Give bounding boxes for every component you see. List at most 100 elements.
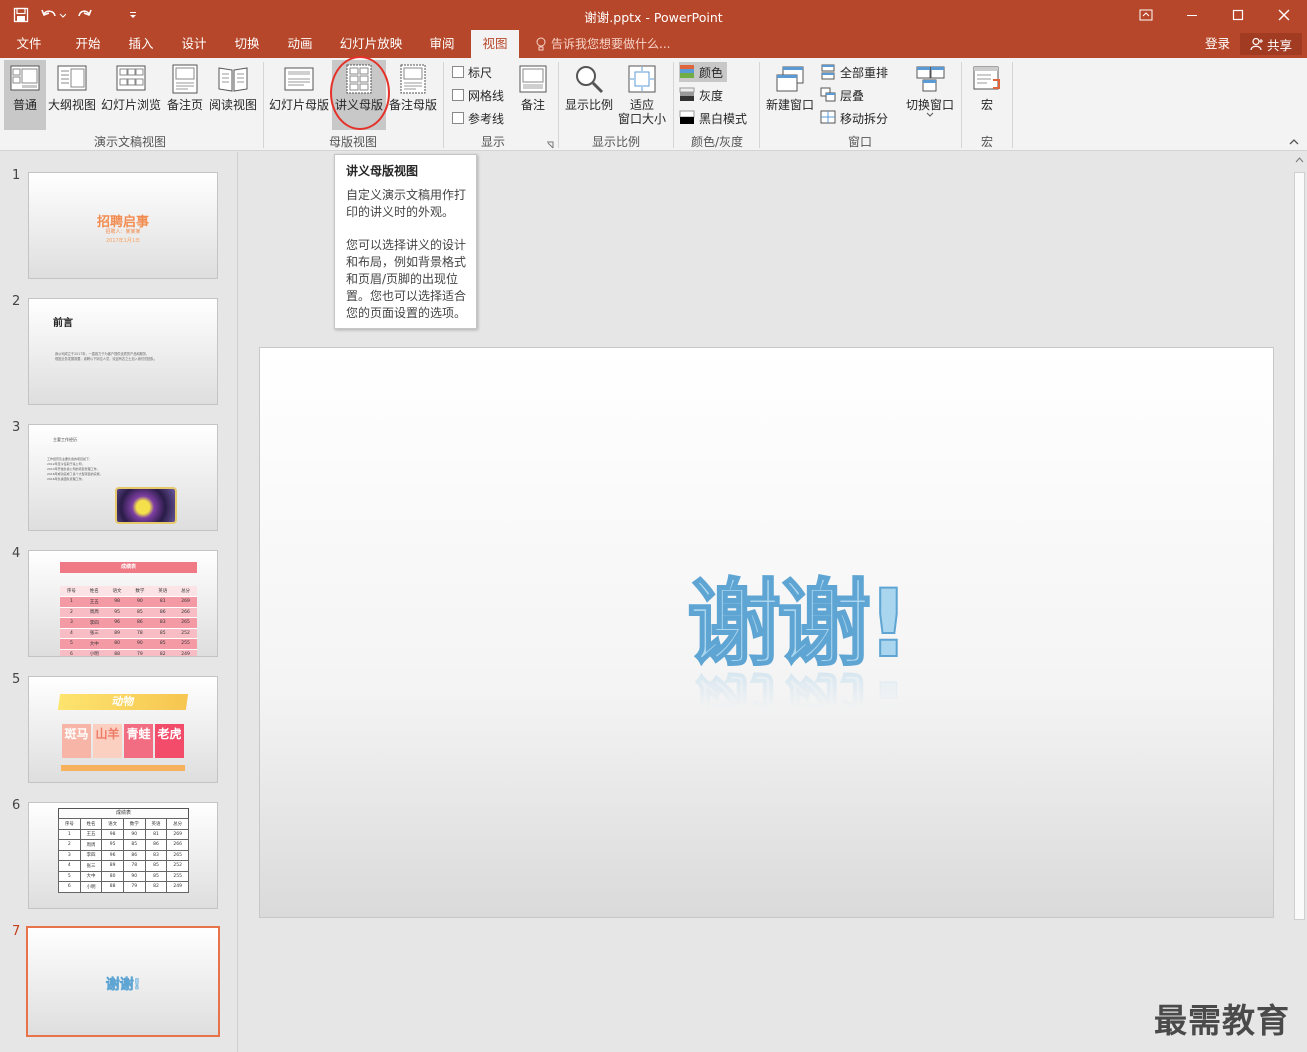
table-row: 3 李四 96 86 83 265 [58,849,189,861]
outline-view-button[interactable]: 大纲视图 [47,60,97,130]
new-window-icon [776,66,804,92]
macros-button[interactable]: 宏 [966,60,1008,130]
slide-thumbnail-6[interactable]: 成绩表 序号 姓名 语文 数学 英语 总分 1 王五 98 90 81 269 2 周周 95 85 86 266… [28,802,218,909]
table-cell: 249 [166,881,189,893]
table-cell: 大中 [79,870,103,882]
arrange-all-icon [821,64,835,80]
table-header-cell: 姓名 [82,586,106,597]
color-icon [680,65,694,78]
table-cell: 周周 [82,607,106,618]
move-split-label: 移动拆分 [840,111,889,126]
table-cell: 小明 [79,881,103,893]
tab-slideshow[interactable]: 幻灯片放映 [333,30,409,58]
slide-sorter-button[interactable]: 幻灯片浏览 [99,60,163,130]
ribbon-tabs: 文件 开始 插入 设计 切换 动画 幻灯片放映 审阅 视图 告诉我您想要做什么.… [0,30,1307,58]
normal-view-button[interactable]: 普通 [4,60,46,130]
slide-thumbnail-4[interactable]: 成绩表 序号 姓名 语文 数学 英语 总分 1 王五 98 90 81 269 2 周周 95 85 86 266… [28,550,218,657]
table-cell: 1 [60,596,83,608]
annotation-circle [330,56,390,130]
ruler-checkbox[interactable]: 标尺 [452,62,492,82]
title-bar: 谢谢.pptx - PowerPoint [0,0,1307,30]
collapse-ribbon-icon[interactable] [1288,138,1300,146]
table-cell: 张三 [82,628,106,639]
table-cell: 82 [151,649,175,656]
table-cell: 255 [166,870,189,882]
slide-sorter-label: 幻灯片浏览 [100,98,161,112]
slide-main-text[interactable]: 谢谢! [686,577,911,673]
gridlines-checkbox-box[interactable] [452,89,464,101]
new-window-button[interactable]: 新建窗口 [763,60,817,130]
table-cell: 86 [151,607,175,618]
minimize-icon[interactable] [1169,0,1215,30]
slide-thumbnail-2[interactable]: 前言 我公司成立于2017年，一直致力于为客户提供优质的产品和服务， 现因业务发… [28,298,218,405]
table-row: 5 大中 80 90 85 255 [58,870,189,882]
guides-checkbox[interactable]: 参考线 [452,108,504,128]
table-header-row: 序号 姓名 语文 数学 英语 总分 [58,818,189,830]
ruler-checkbox-box[interactable] [452,66,464,78]
login-link[interactable]: 登录 [1205,30,1230,58]
move-split-button[interactable]: 移动拆分 [820,108,888,128]
slide-thumbnail-3[interactable]: 主要工作经历 工作经历及主要负责的项目如下： 2012年至今任职于某公司， 20… [28,424,218,531]
macros-icon [973,66,1000,90]
table-cell: 4 [60,628,83,639]
table-row: 3 李四 96 86 83 265 [60,617,197,629]
slide-sorter-icon [116,65,146,91]
guides-checkbox-box[interactable] [452,112,464,124]
tab-insert[interactable]: 插入 [117,30,165,58]
table-header-cell: 总分 [166,818,189,830]
guides-label: 参考线 [468,111,505,126]
tab-review[interactable]: 审阅 [418,30,466,58]
zoom-button[interactable]: 显示比例 [563,60,615,130]
slide-thumbnail-7[interactable]: 谢谢! [26,926,220,1037]
black-white-option[interactable]: 黑白模式 [679,108,747,128]
tell-me-search[interactable]: 告诉我您想要做什么... [535,30,670,58]
notes-button[interactable]: 备注 [512,60,554,130]
table-header-cell: 数学 [122,818,146,830]
notes-master-button[interactable]: 备注母版 [388,60,438,130]
cascade-button[interactable]: 层叠 [820,85,864,105]
document-title: 谢谢.pptx - PowerPoint [584,10,723,25]
color-option[interactable]: 颜色 [679,62,728,82]
fit-to-window-button[interactable]: 适应 窗口大小 [616,60,668,130]
scroll-up-icon[interactable] [1295,157,1304,163]
save-icon[interactable] [8,4,34,26]
tooltip-paragraph-2: 您可以选择讲义的设计和布局，例如背景格式和页眉/页脚的出现位置。您也可以选择适合… [346,238,467,320]
tab-animations[interactable]: 动画 [276,30,324,58]
redo-icon[interactable] [72,4,98,26]
switch-windows-button[interactable]: 切换窗口 [903,60,957,130]
customize-qat-icon[interactable] [120,4,146,26]
reading-view-button[interactable]: 阅读视图 [207,60,259,130]
notes-page-button[interactable]: 备注页 [165,60,205,130]
undo-icon[interactable] [36,4,70,26]
slide-thumbnail-1[interactable]: 招聘启事 招聘人：某某某 2017年1月1日 [28,172,218,279]
group-separator [673,62,674,148]
group-label-macros: 宏 [980,135,993,149]
tab-home[interactable]: 开始 [64,30,112,58]
table-cell: 王五 [79,828,103,840]
slide-thumbnail-pane[interactable]: 1 招聘启事 招聘人：某某某 2017年1月1日 2 前言 我公司成立于2017… [0,152,238,1052]
gridlines-checkbox[interactable]: 网格线 [452,85,504,105]
share-button[interactable]: 共享 [1240,33,1302,55]
tooltip-paragraph-1: 自定义演示文稿用作打印的讲义时的外观。 [346,188,467,219]
score-table-pink: 序号 姓名 语文 数学 英语 总分 1 王五 98 90 81 269 2 周周 95 85 86 266 3 李四 9… [60,586,197,656]
arrange-all-button[interactable]: 全部重排 [820,62,888,82]
maximize-icon[interactable] [1215,0,1261,30]
ribbon-display-options-icon[interactable] [1123,0,1169,30]
tab-design[interactable]: 设计 [170,30,218,58]
slide-number: 6 [12,798,21,813]
current-slide[interactable]: 谢谢! 谢谢! [259,347,1274,918]
tab-file[interactable]: 文件 [6,30,52,58]
scrollbar-thumb[interactable] [1294,172,1305,920]
share-label: 共享 [1266,37,1292,53]
tab-view[interactable]: 视图 [471,30,519,58]
grayscale-option[interactable]: 灰度 [679,85,723,105]
dialog-launcher-icon[interactable] [546,141,554,149]
slide-master-button[interactable]: 幻灯片母版 [268,60,330,130]
normal-view-icon [10,65,40,91]
slide-thumbnail-5[interactable]: 动物 斑马 山羊 青蛙 老虎 [28,676,218,783]
decorative-bar [61,765,185,771]
table-cell: 83 [151,617,175,629]
tab-transitions[interactable]: 切换 [223,30,271,58]
close-icon[interactable] [1261,0,1307,30]
thumb-text-line: 2016年负责团队管理工作。 [47,477,85,481]
